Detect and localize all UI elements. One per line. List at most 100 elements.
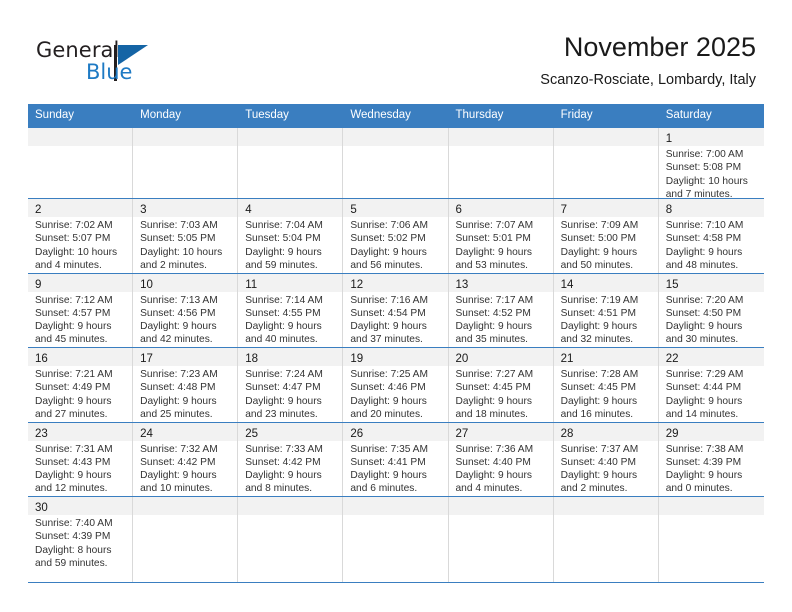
day-cell-27[interactable]: 27 Sunrise: 7:36 AM Sunset: 4:40 PM Dayligh… (448, 422, 554, 496)
day-info-line: Daylight: 9 hours (35, 395, 112, 407)
day-info-line: Sunset: 5:08 PM (665, 162, 742, 174)
day-cell-3[interactable]: 3 Sunrise: 7:03 AM Sunset: 5:05 PM Daylight… (133, 199, 239, 273)
day-cell-14[interactable]: 14 Sunrise: 7:19 AM Sunset: 4:51 PM Dayligh… (553, 273, 659, 347)
day-cell-22[interactable]: 22 Sunrise: 7:29 AM Sunset: 4:44 PM Dayligh… (658, 348, 764, 422)
day-number: 2 (35, 204, 42, 216)
day-cell-26[interactable]: 26 Sunrise: 7:35 AM Sunset: 4:41 PM Dayligh… (343, 422, 449, 496)
day-sun-info (238, 146, 342, 202)
day-number-band (133, 128, 238, 146)
day-info-line: Daylight: 9 hours (140, 321, 217, 333)
day-info-line: Sunset: 5:07 PM (35, 233, 111, 245)
brand-name-blue: Blue (86, 60, 133, 84)
day-cell-25[interactable]: 25 Sunrise: 7:33 AM Sunset: 4:42 PM Dayligh… (238, 422, 344, 496)
day-info-line: and 30 minutes. (665, 334, 739, 346)
day-number: 25 (245, 427, 259, 440)
day-number-band (553, 497, 658, 515)
day-cell-18[interactable]: 18 Sunrise: 7:24 AM Sunset: 4:47 PM Dayligh… (238, 348, 344, 422)
day-number: 15 (665, 278, 679, 291)
day-info-line: Daylight: 9 hours (350, 395, 427, 407)
day-number-band: 13 (448, 273, 553, 292)
day-info-line: Sunset: 4:45 PM (560, 382, 636, 394)
day-cell-12[interactable]: 12 Sunrise: 7:16 AM Sunset: 4:54 PM Dayligh… (343, 273, 449, 347)
calendar-grid: Sunday Monday Tuesday Wednesday Thursday Frid… (28, 104, 764, 583)
day-cell-29[interactable]: 29 Sunrise: 7:38 AM Sunset: 4:39 PM Dayligh… (658, 422, 764, 496)
day-cell-1[interactable]: 1 Sunrise: 7:00 AM Sunset: 5:08 PM Daylight… (658, 128, 764, 200)
day-info-line: Sunrise: 7:19 AM (560, 294, 639, 306)
calendar-week-row: 1 Sunrise: 7:00 AM Sunset: 5:08 PM Daylight… (28, 128, 764, 202)
day-sun-info: Sunrise: 7:02 AM Sunset: 5:07 PM Daylight:… (28, 217, 132, 277)
day-number-band (448, 128, 553, 146)
brand-logo[interactable]: General Blue (36, 38, 216, 90)
day-info-line: Daylight: 9 hours (560, 395, 638, 407)
day-info-line: Daylight: 10 hours (35, 246, 118, 258)
day-number-band: 6 (448, 199, 553, 217)
day-number: 9 (35, 278, 42, 291)
day-info-line: Sunset: 4:40 PM (455, 456, 531, 468)
day-info-line: Sunrise: 7:17 AM (455, 294, 534, 306)
day-number: 22 (665, 353, 679, 365)
day-number-band: 19 (343, 348, 448, 366)
day-sun-info: Sunrise: 7:24 AM Sunset: 4:47 PM Daylight:… (238, 366, 342, 426)
day-cell-2[interactable]: 2 Sunrise: 7:02 AM Sunset: 5:07 PM Daylight… (28, 199, 134, 273)
day-number: 17 (140, 353, 153, 365)
day-number: 5 (350, 204, 357, 216)
day-info-line: Daylight: 9 hours (665, 321, 743, 333)
page-title: November 2025 (563, 32, 756, 62)
day-cell-11[interactable]: 11 Sunrise: 7:14 AM Sunset: 4:55 PM Dayligh… (238, 273, 344, 347)
day-info-line: Sunset: 4:44 PM (665, 382, 742, 394)
day-cell-7[interactable]: 7 Sunrise: 7:09 AM Sunset: 5:00 PM Daylight… (553, 199, 659, 273)
day-cell-30[interactable]: 30 Sunrise: 7:40 AM Sunset: 4:39 PM Dayligh… (28, 497, 134, 582)
day-sun-info (554, 515, 658, 575)
day-info-line: Sunrise: 7:25 AM (350, 369, 428, 380)
day-number-band: 15 (658, 273, 764, 292)
day-info-line: Sunset: 4:57 PM (35, 307, 111, 319)
day-number: 8 (665, 204, 673, 216)
day-info-line: Sunset: 4:39 PM (665, 456, 742, 468)
day-cell-13[interactable]: 13 Sunrise: 7:17 AM Sunset: 4:52 PM Dayligh… (448, 273, 554, 347)
day-sun-info: Sunrise: 7:27 AM Sunset: 4:45 PM Daylight:… (449, 366, 553, 426)
day-cell-23[interactable]: 23 Sunrise: 7:31 AM Sunset: 4:43 PM Dayligh… (28, 422, 134, 496)
day-number: 1 (665, 133, 673, 145)
day-info-line: and 37 minutes. (350, 334, 423, 346)
day-number-band (658, 497, 764, 515)
day-info-line: and 10 minutes. (140, 483, 213, 495)
day-info-line: and 32 minutes. (560, 334, 634, 346)
day-cell-20[interactable]: 20 Sunrise: 7:27 AM Sunset: 4:45 PM Dayligh… (448, 348, 554, 422)
day-cell-5[interactable]: 5 Sunrise: 7:06 AM Sunset: 5:02 PM Daylight… (343, 199, 449, 273)
day-cell-21[interactable]: 21 Sunrise: 7:28 AM Sunset: 4:45 PM Dayligh… (553, 348, 659, 422)
day-number-band: 23 (28, 422, 133, 441)
day-cell-6[interactable]: 6 Sunrise: 7:07 AM Sunset: 5:01 PM Daylight… (448, 199, 554, 273)
day-sun-info: Sunrise: 7:21 AM Sunset: 4:49 PM Daylight:… (28, 366, 132, 426)
day-info-line: Sunrise: 7:28 AM (560, 369, 639, 380)
day-info-line: Daylight: 9 hours (245, 395, 322, 407)
title-block: November 2025 Scanzo-Rosciate, Lombardy,… (540, 30, 756, 90)
day-cell-empty (343, 128, 449, 198)
day-sun-info: Sunrise: 7:40 AM Sunset: 4:39 PM Daylight:… (28, 515, 132, 575)
day-cell-28[interactable]: 28 Sunrise: 7:37 AM Sunset: 4:40 PM Dayligh… (553, 422, 659, 496)
day-cell-19[interactable]: 19 Sunrise: 7:25 AM Sunset: 4:46 PM Dayligh… (343, 348, 449, 422)
day-info-line: Sunset: 4:58 PM (665, 233, 742, 245)
day-cell-9[interactable]: 9 Sunrise: 7:12 AM Sunset: 4:57 PM Daylight… (28, 273, 134, 347)
day-number-band: 5 (343, 199, 448, 217)
day-cell-4[interactable]: 4 Sunrise: 7:04 AM Sunset: 5:04 PM Daylight… (238, 199, 344, 273)
day-number-band: 30 (28, 497, 133, 515)
day-cell-10[interactable]: 10 Sunrise: 7:13 AM Sunset: 4:56 PM Dayligh… (133, 273, 239, 347)
day-info-line: and 45 minutes. (35, 334, 108, 346)
day-cell-8[interactable]: 8 Sunrise: 7:10 AM Sunset: 4:58 PM Daylight… (658, 199, 764, 273)
day-sun-info: Sunrise: 7:04 AM Sunset: 5:04 PM Daylight:… (238, 217, 342, 277)
day-cell-15[interactable]: 15 Sunrise: 7:20 AM Sunset: 4:50 PM Dayligh… (658, 273, 764, 347)
day-info-line: Sunrise: 7:10 AM (665, 220, 744, 231)
day-cell-17[interactable]: 17 Sunrise: 7:23 AM Sunset: 4:48 PM Dayligh… (133, 348, 239, 422)
day-info-line: Sunrise: 7:04 AM (245, 220, 323, 231)
day-sun-info: Sunrise: 7:37 AM Sunset: 4:40 PM Daylight:… (554, 441, 658, 501)
weekday-header-monday: Monday (140, 109, 182, 121)
day-info-line: Sunrise: 7:23 AM (140, 369, 218, 380)
day-cell-16[interactable]: 16 Sunrise: 7:21 AM Sunset: 4:49 PM Dayligh… (28, 348, 134, 422)
day-cell-empty (448, 497, 554, 582)
day-info-line: Sunrise: 7:02 AM (35, 220, 113, 231)
day-info-line: Sunset: 4:56 PM (140, 307, 216, 319)
weekday-header-wednesday: Wednesday (350, 109, 411, 121)
day-info-line: Daylight: 9 hours (560, 246, 638, 258)
day-cell-24[interactable]: 24 Sunrise: 7:32 AM Sunset: 4:42 PM Dayligh… (133, 422, 239, 496)
day-cell-empty (343, 497, 449, 582)
